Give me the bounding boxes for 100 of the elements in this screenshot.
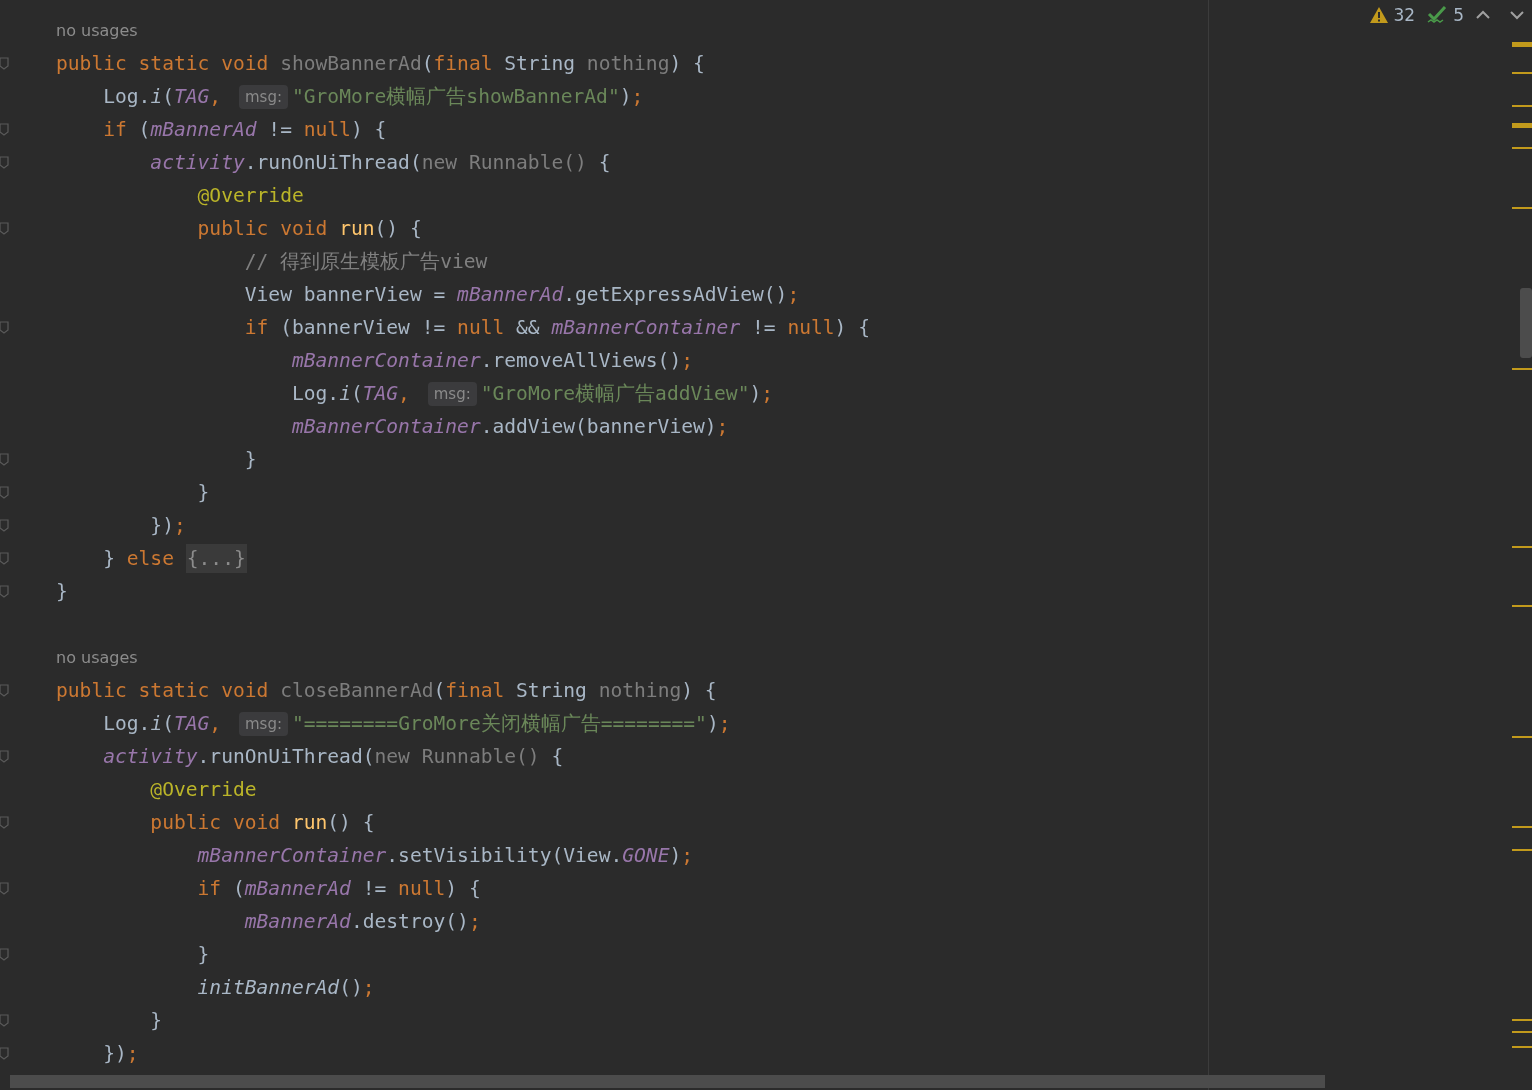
warning-marker[interactable] [1512, 147, 1532, 149]
code-token: ; [716, 415, 729, 438]
code-token: initBannerAd [196, 976, 340, 999]
code-token: ( [433, 679, 446, 702]
code-token: ) [706, 712, 719, 735]
code-token: run [339, 217, 375, 240]
fold-icon[interactable] [0, 1014, 9, 1027]
fold-icon[interactable] [0, 321, 9, 334]
code-token: (bannerView != [280, 316, 447, 339]
code-token: ; [787, 283, 800, 306]
warning-marker[interactable] [1512, 1046, 1532, 1048]
code-token: .removeAllViews() [480, 349, 682, 372]
code-token: mBannerContainer [290, 415, 481, 438]
code-token: activity [149, 151, 245, 174]
code-token: public void [149, 811, 282, 834]
fold-icon[interactable] [0, 816, 9, 829]
code-token: ; [468, 910, 481, 933]
code-token: mBannerContainer [196, 844, 387, 867]
code-token: .setVisibility(View. [386, 844, 623, 867]
code-token: String [516, 679, 588, 702]
code-token: Log. [102, 85, 151, 108]
code-token: } [196, 481, 210, 504]
usage-hint[interactable]: no usages [56, 648, 138, 667]
code-token: new Runnable() [421, 151, 587, 174]
fold-icon[interactable] [0, 453, 9, 466]
warning-marker[interactable] [1512, 207, 1532, 209]
fold-icon[interactable] [0, 882, 9, 895]
warning-marker[interactable] [1512, 1019, 1532, 1021]
code-token: != [267, 118, 293, 141]
code-token: GONE [622, 844, 670, 867]
code-token: ; [631, 85, 644, 108]
code-token: final [445, 679, 506, 702]
code-token: }) [149, 514, 174, 537]
code-token: .getExpressAdView() [563, 283, 788, 306]
chevron-up-icon[interactable] [1476, 10, 1490, 20]
code-token: @Override [196, 184, 304, 207]
code-token: TAG [173, 85, 210, 108]
code-token: if [243, 316, 270, 339]
code-token: null [303, 118, 351, 141]
fold-icon[interactable] [0, 1047, 9, 1060]
code-token: ) { [669, 52, 705, 75]
fold-icon[interactable] [0, 123, 9, 136]
code-token: nothing [586, 52, 670, 75]
code-token: ; [681, 349, 693, 372]
code-token: mBannerAd [243, 910, 351, 933]
chevron-down-icon[interactable] [1510, 10, 1524, 20]
code-token: ; [362, 976, 375, 999]
code-token: i [150, 712, 163, 735]
fold-icon[interactable] [0, 57, 9, 70]
code-token: String [504, 52, 577, 75]
code-token: ; [126, 1042, 139, 1065]
code-token: if [196, 877, 223, 900]
fold-icon[interactable] [0, 552, 9, 565]
warning-icon[interactable] [1369, 7, 1388, 23]
fold-icon[interactable] [0, 486, 9, 499]
fold-icon[interactable] [0, 948, 9, 961]
code-token: View bannerView = [243, 283, 447, 306]
warning-marker[interactable] [1512, 368, 1532, 370]
fold-icon[interactable] [0, 156, 9, 169]
code-token: , [209, 85, 223, 108]
code-token: } [149, 1009, 163, 1032]
fold-icon[interactable] [0, 519, 9, 532]
fold-icon[interactable] [0, 585, 9, 598]
warning-marker[interactable] [1512, 105, 1532, 107]
code-token: mBannerContainer [551, 316, 741, 339]
code-token: Log. [102, 712, 151, 735]
code-token: ; [173, 514, 186, 537]
code-token: .runOnUiThread( [244, 151, 422, 174]
code-token: showBannerAd [280, 52, 422, 75]
code-token: }) [102, 1042, 127, 1065]
warning-marker[interactable] [1512, 72, 1532, 74]
code-token: closeBannerAd [280, 679, 434, 702]
code-token: ) { [350, 118, 387, 141]
code-token: != [361, 877, 388, 900]
code-token: .addView(bannerView) [480, 415, 717, 438]
code-token: } [102, 547, 116, 570]
usage-hint[interactable]: no usages [56, 21, 138, 40]
warning-marker[interactable] [1512, 546, 1532, 548]
fold-icon[interactable] [0, 684, 9, 697]
warning-marker[interactable] [1512, 123, 1532, 128]
code-token: } [56, 580, 68, 603]
code-token: ; [681, 844, 694, 867]
fold-icon[interactable] [0, 222, 9, 235]
warning-marker[interactable] [1512, 42, 1532, 47]
folded-code[interactable]: {...} [185, 544, 247, 573]
code-token: } [243, 448, 257, 471]
horizontal-scrollbar[interactable] [10, 1075, 1325, 1088]
warning-marker[interactable] [1512, 849, 1532, 851]
code-token: ) [619, 85, 632, 108]
code-token: ( [162, 85, 174, 108]
warning-marker[interactable] [1512, 1031, 1532, 1033]
warning-marker[interactable] [1512, 736, 1532, 738]
fold-icon[interactable] [0, 750, 9, 763]
scrollbar-thumb[interactable] [1520, 288, 1532, 358]
code-token: public void [196, 217, 329, 240]
code-token: else [126, 547, 175, 570]
warning-marker[interactable] [1512, 605, 1532, 607]
warning-marker[interactable] [1512, 826, 1532, 828]
code-token: public static void [56, 679, 270, 702]
check-icon[interactable] [1427, 6, 1448, 24]
